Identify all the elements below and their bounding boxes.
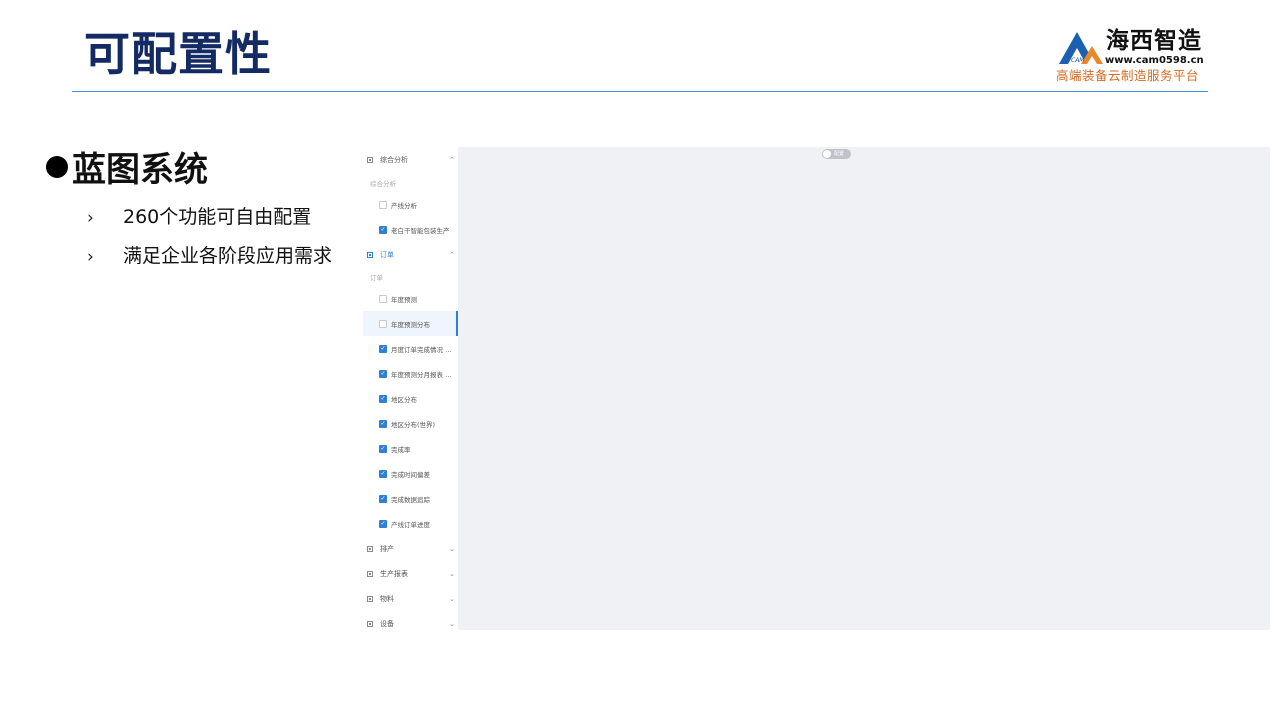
checkbox[interactable] (379, 294, 387, 303)
grid-icon (367, 570, 373, 577)
checkbox-checked[interactable]: ✓ (379, 494, 387, 503)
chevron-right-icon: › (87, 208, 94, 228)
sidebar-item-selected[interactable]: 年度预测分布 (363, 311, 458, 336)
sidebar-item[interactable]: ✓ 地区分布 (363, 386, 458, 411)
sidebar-item[interactable]: ✓ 地区分布(世界) (363, 411, 458, 436)
sidebar-item[interactable]: ✓ 月度订单完成情况 … (363, 336, 458, 361)
sub-bullet: › 满足企业各阶段应用需求 (87, 243, 332, 270)
sidebar-group-scheduling[interactable]: 排产 ⌄ (363, 536, 458, 561)
chevron-right-icon: › (87, 247, 94, 267)
logo-mark-icon: CAM (1059, 32, 1103, 64)
sidebar-item[interactable]: ✓ 完成时间偏差 (363, 461, 458, 486)
dashboard-canvas: 配置 (458, 147, 1270, 630)
sidebar: 综合分析 ⌃ 综合分析 产线分析 ✓ 老白干智能包装生产 订单 ⌃ 订单 年度预… (363, 147, 458, 630)
sidebar-item[interactable]: ✓ 完成率 (363, 436, 458, 461)
checkbox-checked[interactable]: ✓ (379, 444, 387, 453)
chevron-down-icon[interactable]: ⌄ (446, 570, 458, 578)
toggle-knob (823, 150, 831, 158)
sidebar-item[interactable]: ✓ 年度预测分月报表 … (363, 361, 458, 386)
toggle-label: 配置 (834, 151, 845, 157)
logo-url: www.cam0598.cn (1105, 55, 1204, 66)
sidebar-item[interactable]: 产线分析 (363, 192, 458, 217)
chevron-down-icon[interactable]: ⌄ (446, 620, 458, 628)
bullet-dot-icon (46, 156, 68, 178)
grid-icon (367, 595, 373, 602)
checkbox-checked[interactable]: ✓ (379, 519, 387, 528)
sidebar-item[interactable]: 年度预测 (363, 286, 458, 311)
logo-name: 海西智造 (1106, 28, 1202, 54)
sidebar-group-equipment[interactable]: 设备 ⌄ (363, 611, 458, 636)
logo-slogan: 高端装备云制造服务平台 (1056, 68, 1200, 83)
sidebar-item[interactable]: ✓ 完成数据追踪 (363, 486, 458, 511)
logo: CAM 海西智造 www.cam0598.cn 高端装备云制造服务平台 (1055, 28, 1207, 86)
sidebar-group-production-report[interactable]: 生产报表 ⌄ (363, 561, 458, 586)
checkbox-checked[interactable]: ✓ (379, 225, 387, 234)
slide-title: 可配置性 (84, 27, 272, 81)
chevron-up-icon[interactable]: ⌃ (446, 156, 458, 164)
header-divider (72, 91, 1208, 92)
sidebar-item[interactable]: ✓ 老白干智能包装生产 (363, 217, 458, 242)
checkbox-checked[interactable]: ✓ (379, 469, 387, 478)
config-toggle[interactable]: 配置 (822, 149, 851, 159)
bullet-heading: 蓝图系统 (46, 148, 208, 192)
checkbox-checked[interactable]: ✓ (379, 394, 387, 403)
sidebar-group-materials[interactable]: 物料 ⌄ (363, 586, 458, 611)
chevron-up-icon[interactable]: ⌃ (446, 251, 458, 259)
checkbox[interactable] (379, 319, 387, 328)
chevron-down-icon[interactable]: ⌄ (446, 595, 458, 603)
grid-icon (367, 156, 373, 163)
sub-bullet-text: 满足企业各阶段应用需求 (123, 245, 333, 267)
sub-bullet-text: 260个功能可自由配置 (123, 206, 312, 228)
sidebar-item[interactable]: ✓ 产线订单进度 (363, 511, 458, 536)
grid-icon (367, 620, 373, 627)
checkbox-checked[interactable]: ✓ (379, 369, 387, 378)
sub-bullet: › 260个功能可自由配置 (87, 204, 311, 231)
bullet-heading-text: 蓝图系统 (72, 150, 208, 190)
sidebar-group-analysis[interactable]: 综合分析 ⌃ (363, 147, 458, 172)
grid-icon (367, 545, 373, 552)
checkbox-checked[interactable]: ✓ (379, 419, 387, 428)
grid-icon (367, 251, 373, 258)
logo-mark-text: CAM (1071, 57, 1085, 64)
chevron-down-icon[interactable]: ⌄ (446, 545, 458, 553)
app-screenshot: 综合分析 ⌃ 综合分析 产线分析 ✓ 老白干智能包装生产 订单 ⌃ 订单 年度预… (363, 147, 1270, 630)
checkbox[interactable] (379, 200, 387, 209)
checkbox-checked[interactable]: ✓ (379, 344, 387, 353)
